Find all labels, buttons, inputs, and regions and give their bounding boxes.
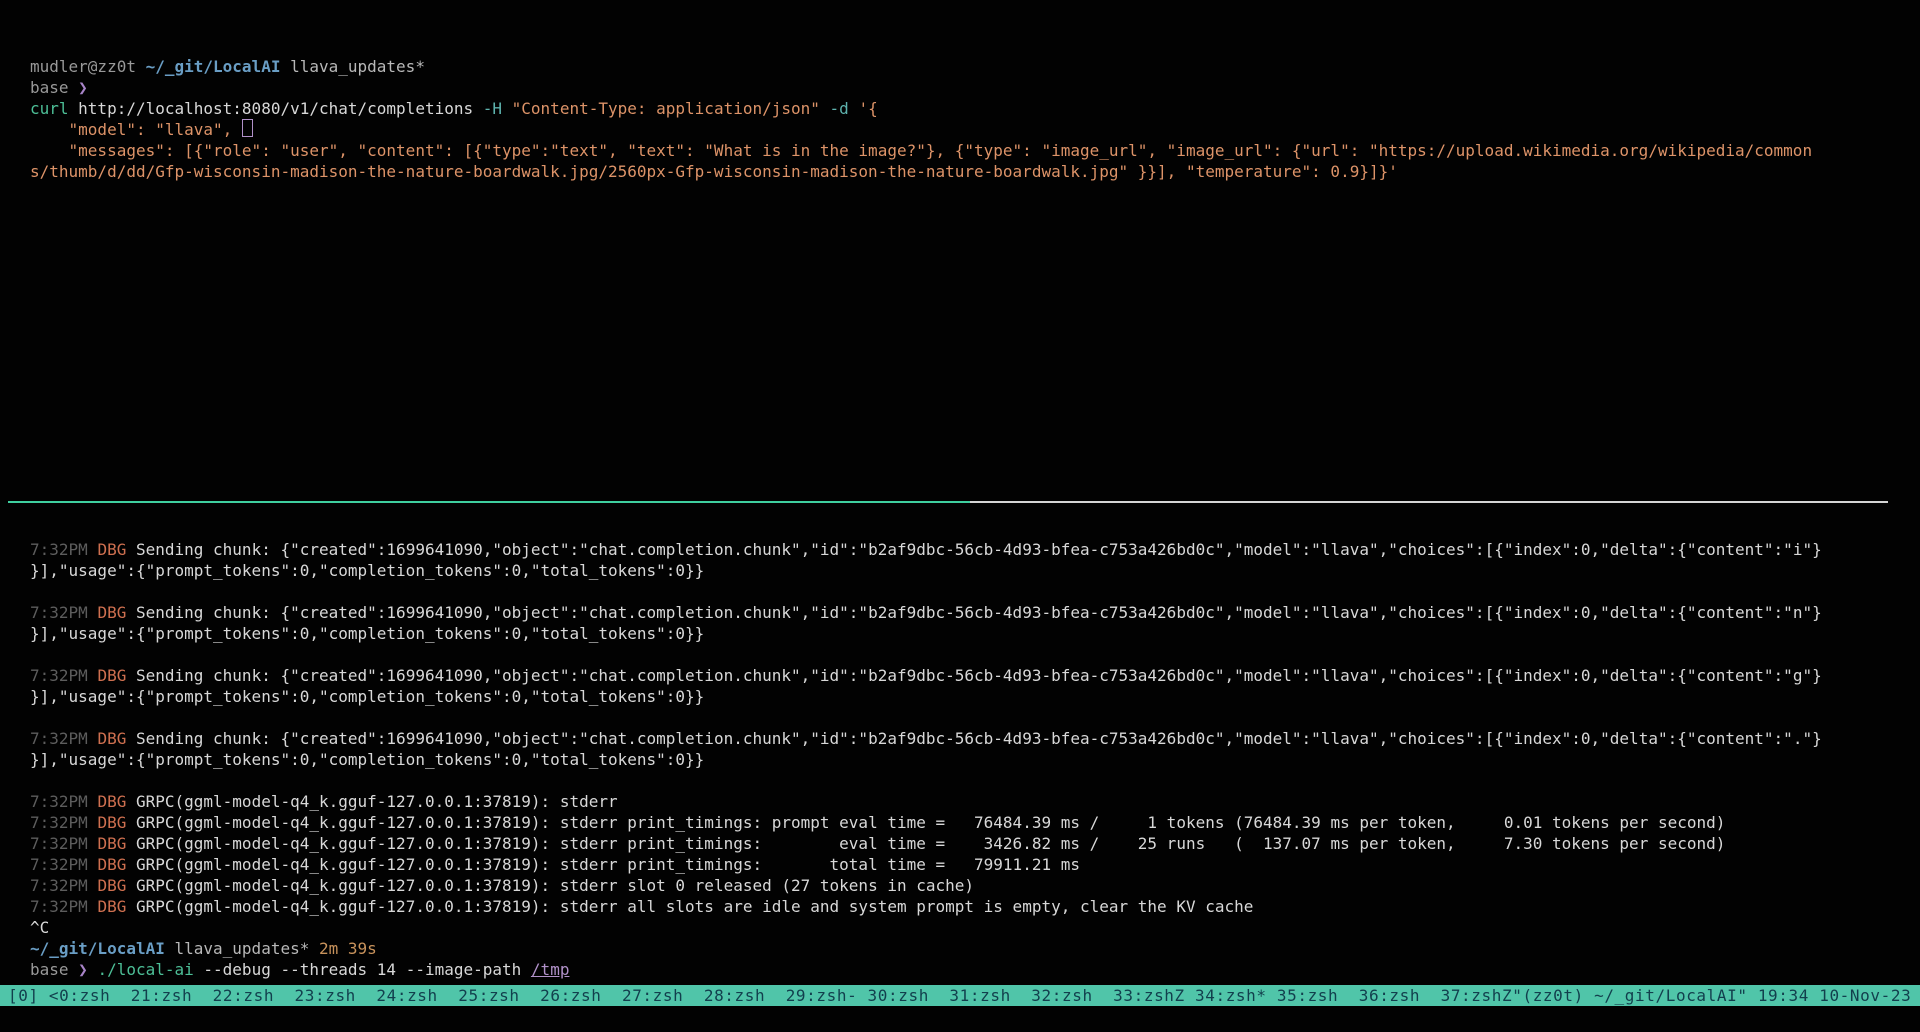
text-run: 7:32PM [30, 897, 97, 916]
pane-divider-inactive-segment [970, 501, 1888, 503]
terminal-line: curl http://localhost:8080/v1/chat/compl… [30, 98, 1920, 119]
terminal-line: }],"usage":{"prompt_tokens":0,"completio… [30, 686, 1920, 707]
text-run [820, 99, 830, 118]
text-run: ~/_git/LocalAI [146, 57, 281, 76]
text-run: DBG [97, 897, 136, 916]
text-run: 7:32PM [30, 813, 97, 832]
text-run: 2m 39s [319, 939, 377, 958]
text-run: }],"usage":{"prompt_tokens":0,"completio… [30, 624, 704, 643]
terminal-line: 7:32PM DBG GRPC(ggml-model-q4_k.gguf-127… [30, 833, 1920, 854]
status-window-list[interactable]: [0] <0:zsh 21:zsh 22:zsh 23:zsh 24:zsh 2… [8, 985, 1512, 1006]
terminal-line: base ❯ [30, 77, 1920, 98]
text-run: 7:32PM [30, 855, 97, 874]
terminal-line [30, 707, 1920, 728]
terminal-line: }],"usage":{"prompt_tokens":0,"completio… [30, 560, 1920, 581]
text-run: 7:32PM [30, 729, 97, 748]
text-run: 7:32PM [30, 666, 97, 685]
terminal-line: 7:32PM DBG GRPC(ggml-model-q4_k.gguf-127… [30, 812, 1920, 833]
terminal-line [30, 581, 1920, 602]
terminal-line: ^C [30, 917, 1920, 938]
text-run: DBG [97, 603, 136, 622]
text-run: base [30, 960, 78, 979]
terminal-line: "model": "llava", [30, 119, 1920, 140]
status-right-clock: "(zz0t) ~/_git/LocalAI" 19:34 10-Nov-23 [1512, 985, 1911, 1006]
text-run: llava_updates* [280, 57, 425, 76]
text-run: DBG [97, 540, 136, 559]
shell-pane-top[interactable]: mudler@zz0t ~/_git/LocalAI llava_updates… [30, 56, 1920, 182]
text-run: }],"usage":{"prompt_tokens":0,"completio… [30, 750, 704, 769]
text-run: DBG [97, 666, 136, 685]
terminal-line: }],"usage":{"prompt_tokens":0,"completio… [30, 623, 1920, 644]
pane-divider-active-segment [8, 501, 970, 503]
terminal-line: 7:32PM DBG Sending chunk: {"created":169… [30, 539, 1920, 560]
text-run: GRPC(ggml-model-q4_k.gguf-127.0.0.1:3781… [136, 834, 1725, 853]
text-run: DBG [97, 855, 136, 874]
terminal-line: 7:32PM DBG GRPC(ggml-model-q4_k.gguf-127… [30, 896, 1920, 917]
text-run: "model": "llava", [30, 120, 242, 139]
text-run: Sending chunk: {"created":1699641090,"ob… [136, 540, 1822, 559]
terminal-line: base ❯ ./local-ai --debug --threads 14 -… [30, 959, 1920, 980]
text-run: DBG [97, 813, 136, 832]
text-run: Sending chunk: {"created":1699641090,"ob… [136, 666, 1822, 685]
terminal-line: 7:32PM DBG Sending chunk: {"created":169… [30, 665, 1920, 686]
server-log-pane-bottom[interactable]: 7:32PM DBG Sending chunk: {"created":169… [30, 539, 1920, 980]
text-run: GRPC(ggml-model-q4_k.gguf-127.0.0.1:3781… [136, 876, 974, 895]
pane-divider[interactable] [8, 501, 1888, 503]
text-run: "Content-Type: application/json" [502, 99, 820, 118]
text-run: 7:32PM [30, 876, 97, 895]
text-run: 7:32PM [30, 603, 97, 622]
text-run: GRPC(ggml-model-q4_k.gguf-127.0.0.1:3781… [136, 897, 1253, 916]
text-run: base [30, 78, 78, 97]
terminal-line: "messages": [{"role": "user", "content":… [30, 140, 1920, 161]
terminal-line: s/thumb/d/dd/Gfp-wisconsin-madison-the-n… [30, 161, 1920, 182]
terminal-line: 7:32PM DBG GRPC(ggml-model-q4_k.gguf-127… [30, 791, 1920, 812]
text-run: }],"usage":{"prompt_tokens":0,"completio… [30, 687, 704, 706]
text-run: GRPC(ggml-model-q4_k.gguf-127.0.0.1:3781… [136, 792, 618, 811]
path-link[interactable]: /tmp [531, 960, 570, 979]
text-run: http://localhost:8080/v1/chat/completion… [69, 99, 483, 118]
text-run: }],"usage":{"prompt_tokens":0,"completio… [30, 561, 704, 580]
text-run: DBG [97, 876, 136, 895]
terminal-line: 7:32PM DBG GRPC(ggml-model-q4_k.gguf-127… [30, 854, 1920, 875]
text-run: ❯ [78, 960, 97, 979]
terminal-line [30, 644, 1920, 665]
text-run: curl [30, 99, 69, 118]
text-run: GRPC(ggml-model-q4_k.gguf-127.0.0.1:3781… [136, 813, 1725, 832]
text-run: DBG [97, 834, 136, 853]
text-run: --debug --threads 14 --image-path [194, 960, 531, 979]
text-run: ❯ [78, 78, 88, 97]
text-run: GRPC(ggml-model-q4_k.gguf-127.0.0.1:3781… [136, 855, 1080, 874]
text-run: 7:32PM [30, 540, 97, 559]
text-run: DBG [97, 729, 136, 748]
text-run: 7:32PM [30, 834, 97, 853]
text-run: ^C [30, 918, 49, 937]
terminal-cursor [242, 119, 253, 137]
text-run: Sending chunk: {"created":1699641090,"ob… [136, 729, 1822, 748]
text-run: -d [830, 99, 849, 118]
terminal-line: }],"usage":{"prompt_tokens":0,"completio… [30, 749, 1920, 770]
text-run: DBG [97, 792, 136, 811]
text-run: ./local-ai [97, 960, 193, 979]
text-run: '{ [849, 99, 878, 118]
terminal-line [30, 770, 1920, 791]
terminal-line: mudler@zz0t ~/_git/LocalAI llava_updates… [30, 56, 1920, 77]
terminal-line: 7:32PM DBG GRPC(ggml-model-q4_k.gguf-127… [30, 875, 1920, 896]
text-run: Sending chunk: {"created":1699641090,"ob… [136, 603, 1822, 622]
text-run: -H [483, 99, 502, 118]
text-run: 7:32PM [30, 792, 97, 811]
text-run: ~/_git/LocalAI [30, 939, 165, 958]
terminal-line: ~/_git/LocalAI llava_updates* 2m 39s [30, 938, 1920, 959]
text-run: mudler@zz0t [30, 57, 146, 76]
tmux-status-bar[interactable]: [0] <0:zsh 21:zsh 22:zsh 23:zsh 24:zsh 2… [0, 985, 1920, 1006]
text-run: "messages": [{"role": "user", "content":… [30, 141, 1812, 160]
text-run: llava_updates* [165, 939, 319, 958]
text-run: s/thumb/d/dd/Gfp-wisconsin-madison-the-n… [30, 162, 1398, 181]
terminal-line: 7:32PM DBG Sending chunk: {"created":169… [30, 728, 1920, 749]
terminal-line: 7:32PM DBG Sending chunk: {"created":169… [30, 602, 1920, 623]
